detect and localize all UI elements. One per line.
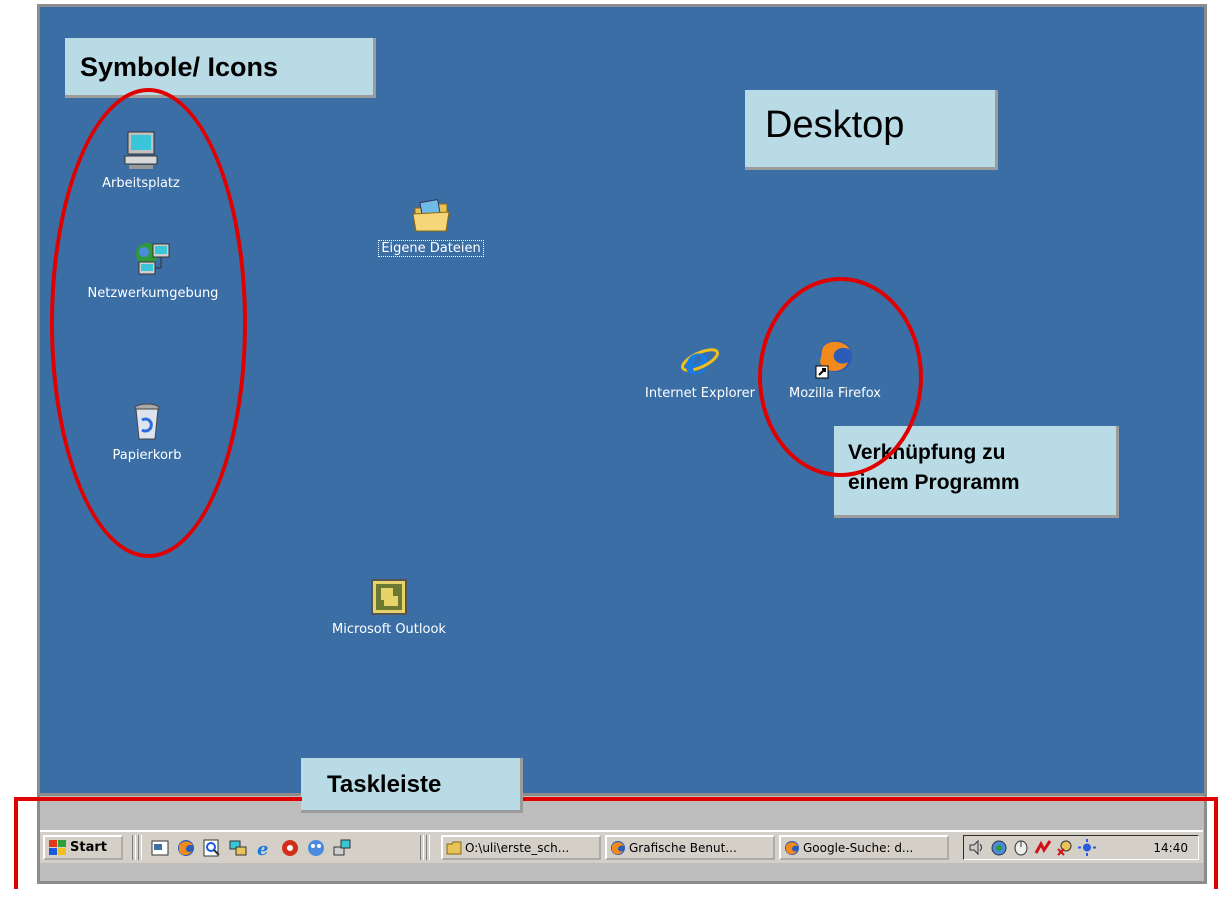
desktop-icon-label: Netzwerkumgebung <box>87 286 219 301</box>
desktop-icon-netzwerkumgebung[interactable]: Netzwerkumgebung <box>78 240 228 301</box>
show-desktop-icon[interactable] <box>150 838 170 858</box>
desktop-icon-microsoft-outlook[interactable]: Microsoft Outlook <box>314 578 464 637</box>
task-button-label: Grafische Benut... <box>629 840 737 855</box>
desktop-icon-arbeitsplatz[interactable]: Arbeitsplatz <box>66 130 216 191</box>
network-quicklaunch-icon[interactable] <box>332 838 352 858</box>
volume-icon[interactable] <box>968 839 986 856</box>
highlight-taskbar-right-line <box>1214 797 1218 889</box>
task-button-label: O:\uli\erste_sch... <box>465 840 570 855</box>
firefox-icon <box>785 840 799 855</box>
windows-explorer-icon[interactable] <box>228 838 248 858</box>
highlight-taskbar-left-line <box>14 797 18 889</box>
task-button-label: Google-Suche: d... <box>803 840 914 855</box>
desktop-icon-label: Arbeitsplatz <box>102 176 180 191</box>
callout-shortcut-line2: einem Programm <box>848 471 1020 494</box>
highlight-taskbar-top-line-left <box>14 797 302 801</box>
outlook-icon <box>371 579 407 615</box>
sun-icon[interactable] <box>1078 839 1096 856</box>
clock[interactable]: 14:40 <box>1153 841 1188 855</box>
callout-symbols: Symbole/ Icons <box>65 38 376 98</box>
search-icon[interactable] <box>202 838 222 858</box>
desktop-icon-label: Microsoft Outlook <box>332 622 446 637</box>
callout-taskbar: Taskleiste <box>301 758 523 813</box>
network-icon <box>136 243 170 275</box>
task-button-folder[interactable]: O:\uli\erste_sch... <box>441 835 601 860</box>
task-button-google[interactable]: Google-Suche: d... <box>779 835 949 860</box>
task-button-grafische[interactable]: Grafische Benut... <box>605 835 775 860</box>
desktop-icon-internet-explorer[interactable]: e Internet Explorer <box>625 338 775 401</box>
messenger-icon[interactable] <box>306 838 326 858</box>
taskbar-separator <box>138 835 142 860</box>
desktop-icon-label: Papierkorb <box>112 448 182 463</box>
svg-text:e: e <box>257 839 268 858</box>
internet-explorer-icon: e <box>681 338 719 380</box>
desktop-icon-eigene-dateien[interactable]: Eigene Dateien <box>356 198 506 257</box>
start-label: Start <box>70 840 107 855</box>
taskbar-separator <box>132 835 136 860</box>
taskbar-separator <box>426 835 430 860</box>
firefox-icon <box>611 840 625 855</box>
desktop-icon-papierkorb[interactable]: Papierkorb <box>72 402 222 463</box>
taskbar-separator <box>420 835 424 860</box>
callout-desktop: Desktop <box>745 90 998 170</box>
desktop-icon-label: Mozilla Firefox <box>789 386 881 401</box>
system-tray: 14:40 <box>963 835 1199 860</box>
desktop-icon-label: Internet Explorer <box>645 386 755 401</box>
folder-icon <box>446 841 462 854</box>
start-button[interactable]: Start <box>43 835 123 860</box>
highlight-taskbar-top-line-right <box>523 797 1218 801</box>
computer-icon <box>124 131 158 169</box>
security-alert-icon[interactable] <box>1056 839 1074 856</box>
folder-icon <box>412 198 450 232</box>
mouse-icon[interactable] <box>1012 839 1030 856</box>
svg-text:e: e <box>685 338 709 380</box>
network-status-icon[interactable] <box>990 839 1008 856</box>
firefox-shortcut-icon <box>815 340 852 379</box>
desktop-icon-mozilla-firefox[interactable]: Mozilla Firefox <box>760 336 910 401</box>
firefox-quicklaunch-icon[interactable] <box>176 838 196 858</box>
media-icon[interactable] <box>280 838 300 858</box>
desktop-icon-label: Eigene Dateien <box>378 240 484 257</box>
taskbar: Start e O:\uli\erste_sch... Grafische Be… <box>40 830 1203 863</box>
recycle-bin-icon <box>134 403 160 440</box>
antivirus-icon[interactable] <box>1034 839 1052 856</box>
windows-logo-icon <box>49 839 66 855</box>
internet-explorer-quicklaunch-icon[interactable]: e <box>254 838 274 858</box>
